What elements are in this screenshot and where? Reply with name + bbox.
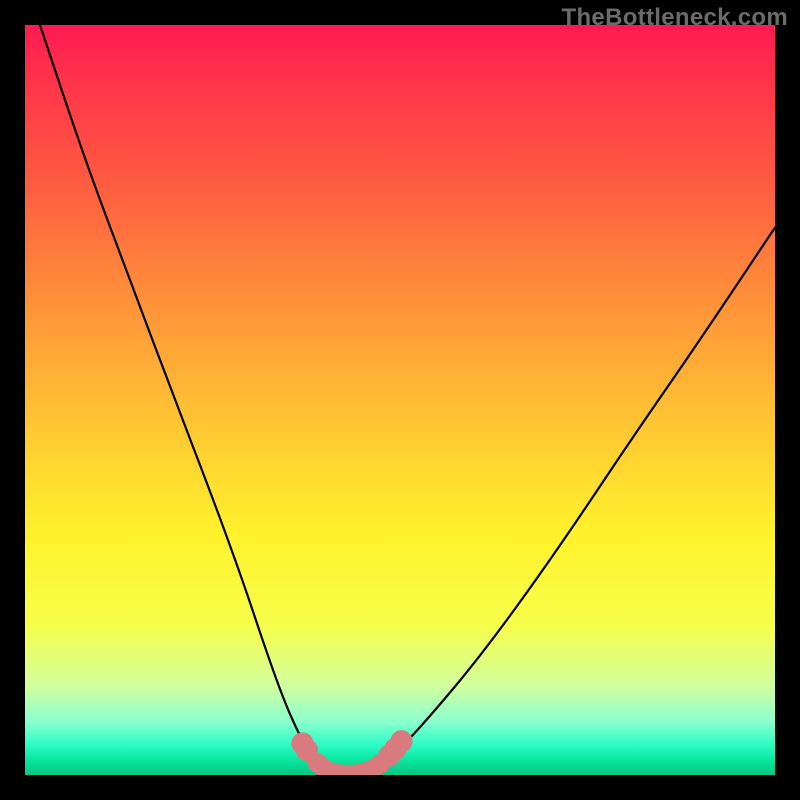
plot-gradient-area [25, 25, 775, 775]
watermark-text: TheBottleneck.com [562, 4, 788, 32]
outer-black-frame: TheBottleneck.com [0, 0, 800, 800]
